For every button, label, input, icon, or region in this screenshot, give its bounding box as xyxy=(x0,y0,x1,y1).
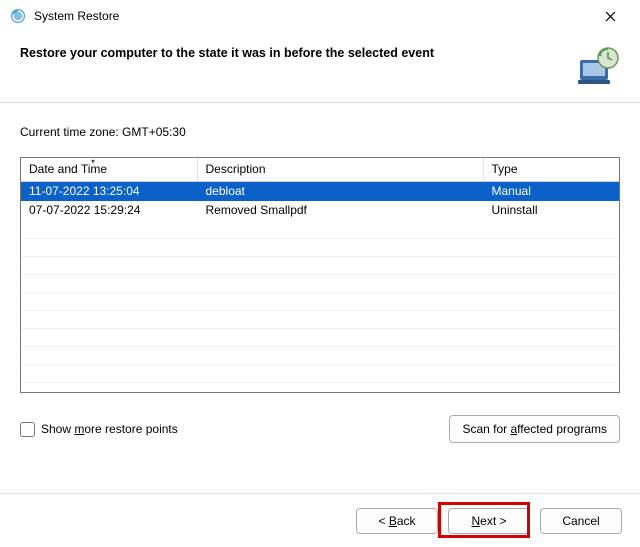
table-row xyxy=(21,310,619,328)
column-header-date[interactable]: Date and Time ▾ xyxy=(21,158,197,182)
table-row[interactable]: 07-07-2022 15:29:24 Removed Smallpdf Uni… xyxy=(21,201,619,220)
table-row xyxy=(21,274,619,292)
column-header-description[interactable]: Description xyxy=(197,158,483,182)
cell-date: 11-07-2022 13:25:04 xyxy=(21,182,197,202)
restore-points-table[interactable]: Date and Time ▾ Description Type 11-07-2… xyxy=(20,157,620,393)
table-row xyxy=(21,238,619,256)
content-area: Current time zone: GMT+05:30 Date and Ti… xyxy=(0,103,640,453)
checkbox-icon xyxy=(20,422,35,437)
table-row xyxy=(21,328,619,346)
cell-description: debloat xyxy=(197,182,483,202)
cell-type: Manual xyxy=(483,182,619,202)
table-row[interactable]: 11-07-2022 13:25:04 debloat Manual xyxy=(21,182,619,202)
show-more-label: Show more restore points xyxy=(41,422,178,436)
scan-programs-button[interactable]: Scan for affected programs xyxy=(449,415,620,443)
cancel-button[interactable]: Cancel xyxy=(540,508,622,534)
system-restore-icon xyxy=(10,8,26,24)
close-button[interactable] xyxy=(588,1,632,31)
table-row xyxy=(21,256,619,274)
show-more-checkbox[interactable]: Show more restore points xyxy=(20,422,178,437)
header: Restore your computer to the state it wa… xyxy=(0,32,640,103)
close-icon xyxy=(605,11,616,22)
cell-type: Uninstall xyxy=(483,201,619,220)
table-row xyxy=(21,292,619,310)
sort-indicator-icon: ▾ xyxy=(91,157,95,166)
restore-hero-icon xyxy=(576,44,620,88)
table-row xyxy=(21,220,619,238)
page-heading: Restore your computer to the state it wa… xyxy=(20,44,566,60)
next-button[interactable]: Next > xyxy=(448,508,530,534)
column-header-type[interactable]: Type xyxy=(483,158,619,182)
titlebar: System Restore xyxy=(0,0,640,32)
cell-date: 07-07-2022 15:29:24 xyxy=(21,201,197,220)
footer: < Back Next > Cancel xyxy=(0,493,640,547)
timezone-label: Current time zone: GMT+05:30 xyxy=(20,125,620,139)
window-title: System Restore xyxy=(34,9,588,23)
back-button[interactable]: < Back xyxy=(356,508,438,534)
table-row xyxy=(21,346,619,364)
cell-description: Removed Smallpdf xyxy=(197,201,483,220)
table-row xyxy=(21,364,619,382)
below-table-controls: Show more restore points Scan for affect… xyxy=(20,415,620,443)
